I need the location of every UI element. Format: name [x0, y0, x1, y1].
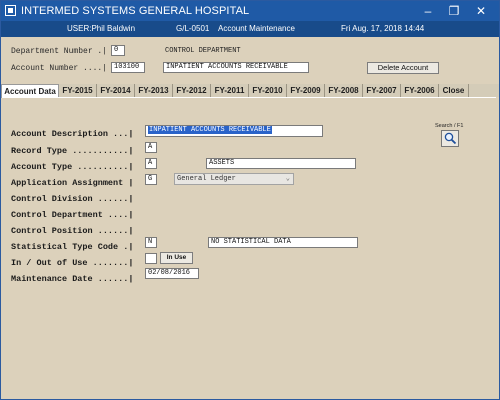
tab-close[interactable]: Close [439, 84, 469, 97]
minimize-button[interactable]: – [415, 2, 441, 20]
screen-code: G/L-0501 [176, 24, 210, 33]
maintenance-date-label: Maintenance Date ......| [11, 274, 134, 284]
record-type-label: Record Type ...........| [11, 146, 134, 156]
account-description-label: Account Description ...| [11, 129, 134, 139]
search-label: Search / F1 [435, 123, 464, 129]
user-info-bar: USER:Phil Baldwin G/L-0501 Account Maint… [1, 21, 499, 37]
in-use-button[interactable]: In Use [160, 252, 193, 264]
delete-account-button[interactable]: Delete Account [367, 62, 439, 74]
department-number-label: Department Number .| [11, 47, 108, 56]
account-number-label: Account Number ....| [11, 64, 108, 73]
title-bar: INTERMED SYSTEMS GENERAL HOSPITAL – ❐ ✕ [1, 1, 499, 21]
app-window: INTERMED SYSTEMS GENERAL HOSPITAL – ❐ ✕ … [0, 0, 500, 400]
module-name: Account Maintenance [218, 24, 295, 33]
in-out-of-use-label: In / Out of Use .......| [11, 258, 134, 268]
tab-fy-2006[interactable]: FY-2006 [401, 84, 439, 97]
account-description-value: INPATIENT ACCOUNTS RECEIVABLE [148, 126, 272, 134]
search-button[interactable] [441, 130, 459, 147]
restore-button[interactable]: ❐ [441, 2, 467, 20]
tab-fy-2013[interactable]: FY-2013 [135, 84, 173, 97]
magnifier-icon [444, 132, 457, 145]
close-window-button[interactable]: ✕ [468, 2, 494, 20]
tab-fy-2011[interactable]: FY-2011 [211, 84, 249, 97]
record-type-input[interactable]: A [145, 142, 157, 153]
statistical-type-code-label: Statistical Type Code .| [11, 242, 134, 252]
application-assignment-select[interactable]: General Ledger ⌄ [174, 173, 294, 185]
in-out-of-use-input[interactable] [145, 253, 157, 264]
tab-fy-2007[interactable]: FY-2007 [363, 84, 401, 97]
current-datetime: Fri Aug. 17, 2018 14:44 [341, 24, 425, 33]
chevron-down-icon: ⌄ [285, 175, 290, 183]
account-description-input[interactable]: INPATIENT ACCOUNTS RECEIVABLE [145, 125, 323, 137]
tab-fy-2010[interactable]: FY-2010 [249, 84, 287, 97]
app-icon [5, 5, 16, 16]
user-name: USER:Phil Baldwin [67, 24, 136, 33]
control-division-label: Control Division ......| [11, 194, 134, 204]
control-position-label: Control Position ......| [11, 226, 134, 236]
tab-fy-2014[interactable]: FY-2014 [97, 84, 135, 97]
application-assignment-input[interactable]: G [145, 174, 157, 185]
application-assignment-label: Application Assignment | [11, 178, 134, 188]
statistical-type-code-input[interactable]: N [145, 237, 157, 248]
department-number-input[interactable]: 0 [111, 45, 125, 56]
account-type-label: Account Type ..........| [11, 162, 134, 172]
tab-strip: Account Data FY-2015 FY-2014 FY-2013 FY-… [1, 84, 499, 98]
tab-fy-2015[interactable]: FY-2015 [59, 84, 97, 97]
tab-fy-2012[interactable]: FY-2012 [173, 84, 211, 97]
tab-account-data[interactable]: Account Data [1, 84, 59, 98]
tab-fy-2008[interactable]: FY-2008 [325, 84, 363, 97]
account-type-input[interactable]: A [145, 158, 157, 169]
control-department-label: Control Department ....| [11, 210, 134, 220]
account-type-description: ASSETS [206, 158, 356, 169]
account-description-display: INPATIENT ACCOUNTS RECEIVABLE [163, 62, 309, 73]
account-number-input[interactable]: 103100 [111, 62, 145, 73]
window-title: INTERMED SYSTEMS GENERAL HOSPITAL [21, 5, 250, 17]
statistical-type-description: NO STATISTICAL DATA [208, 237, 358, 248]
department-description: CONTROL DEPARTMENT [165, 47, 241, 55]
maintenance-date-input[interactable]: 02/08/2016 [145, 268, 199, 279]
application-assignment-selected: General Ledger [177, 175, 236, 183]
tab-fy-2009[interactable]: FY-2009 [287, 84, 325, 97]
